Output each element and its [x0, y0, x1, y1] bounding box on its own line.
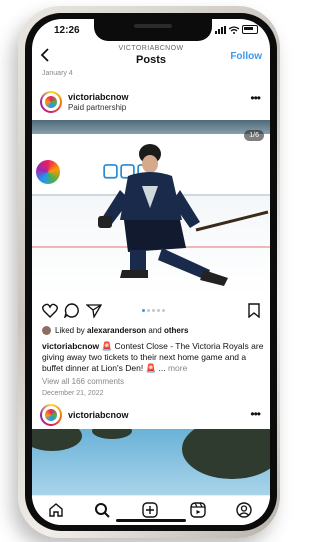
- avatar[interactable]: [40, 404, 62, 426]
- liked-and: and: [146, 326, 164, 335]
- foliage: [182, 429, 270, 479]
- caption-more-link[interactable]: more: [166, 363, 187, 373]
- liker-avatar: [42, 326, 51, 335]
- new-post-icon[interactable]: [142, 502, 158, 518]
- bookmark-icon[interactable]: [248, 303, 260, 318]
- top-nav: VICTORIABCNOW Posts Follow: [32, 43, 270, 71]
- avatar[interactable]: [40, 91, 62, 113]
- notch: [94, 19, 212, 41]
- post-date: December 21, 2022: [42, 390, 104, 397]
- search-icon[interactable]: [94, 502, 110, 518]
- post-image[interactable]: ▢▢▢ 1/6: [32, 120, 270, 295]
- follow-button[interactable]: Follow: [230, 51, 262, 62]
- post2-username[interactable]: victoriabcnow: [68, 410, 129, 420]
- post-actions: [32, 301, 270, 321]
- carousel-indicator: [142, 309, 165, 312]
- paid-partnership-label[interactable]: Paid partnership: [68, 103, 126, 112]
- foliage: [92, 429, 132, 439]
- status-icons: [215, 25, 258, 34]
- battery-icon: [242, 25, 258, 34]
- profile-icon[interactable]: [236, 502, 252, 518]
- carousel-dot: [142, 309, 145, 312]
- foliage: [32, 429, 82, 451]
- reels-icon[interactable]: [190, 502, 206, 518]
- post-username[interactable]: victoriabcnow: [68, 92, 129, 102]
- caption-username[interactable]: victoriabcnow: [42, 341, 99, 351]
- previous-post-date: January 4: [42, 70, 73, 77]
- signal-icon: [215, 25, 226, 34]
- liked-user[interactable]: alexaranderson: [87, 326, 146, 335]
- liked-by-line: Liked by alexaranderson and others: [42, 326, 188, 335]
- more-options-icon[interactable]: •••: [250, 91, 261, 105]
- view-comments-link[interactable]: View all 166 comments: [42, 377, 124, 386]
- carousel-dot: [162, 309, 165, 312]
- carousel-dot: [147, 309, 150, 312]
- more-options-icon[interactable]: •••: [250, 407, 261, 421]
- post-header: victoriabcnow Paid partnership •••: [32, 87, 270, 121]
- liked-others[interactable]: others: [164, 326, 188, 335]
- post-caption: victoriabcnow 🚨 Contest Close - The Vict…: [42, 341, 264, 374]
- app-screen: 12:26 VICTORIABCNOW Posts Follow January…: [32, 19, 270, 525]
- liked-prefix: Liked by: [55, 326, 88, 335]
- speaker: [134, 24, 172, 28]
- post2-image[interactable]: [32, 429, 270, 495]
- status-time: 12:26: [54, 25, 80, 36]
- hockey-player-illustration: [98, 144, 269, 286]
- heart-icon[interactable]: [42, 303, 58, 318]
- share-icon[interactable]: [86, 303, 102, 318]
- carousel-dot: [157, 309, 160, 312]
- carousel-dot: [152, 309, 155, 312]
- comment-icon[interactable]: [64, 303, 80, 318]
- post2-header: victoriabcnow •••: [32, 401, 270, 429]
- home-indicator: [116, 519, 186, 522]
- wifi-icon: [229, 25, 239, 34]
- home-icon[interactable]: [48, 502, 64, 518]
